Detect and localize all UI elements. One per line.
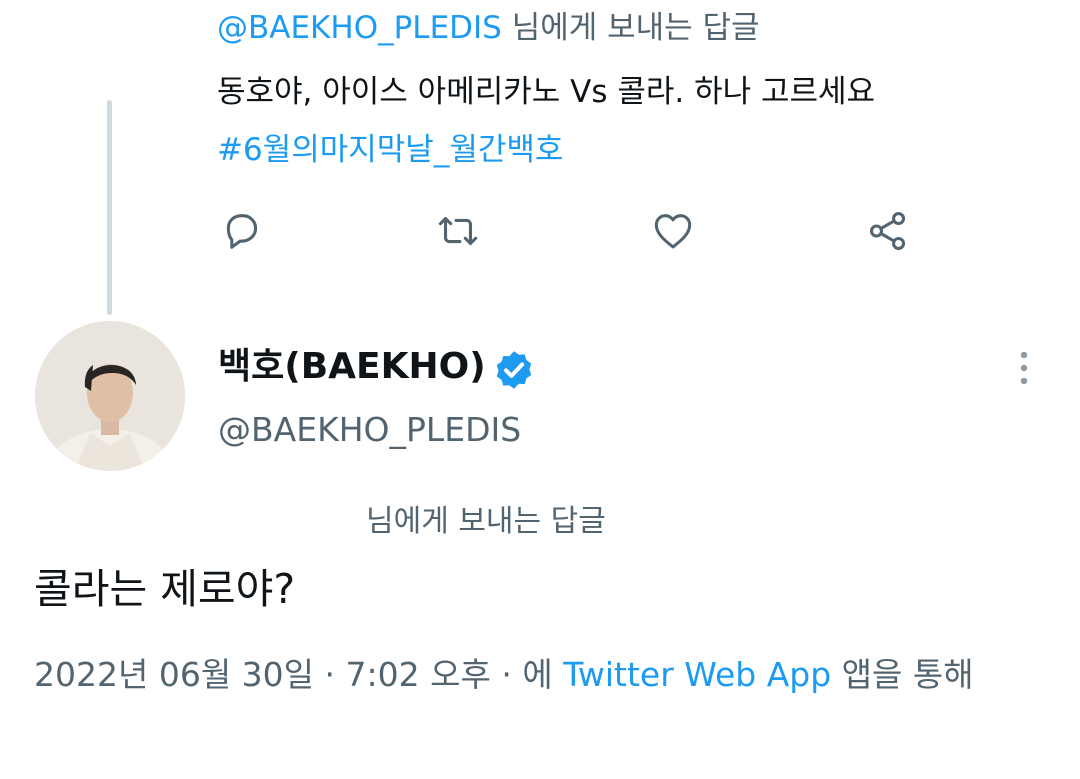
user-handle[interactable]: @BAEKHO_PLEDIS: [218, 408, 521, 452]
parent-tweet-text: 동호야, 아이스 아메리카노 Vs 콜라. 하나 고르세요: [217, 74, 876, 110]
share-button[interactable]: [864, 207, 912, 255]
avatar[interactable]: [35, 321, 185, 471]
profile-photo: [35, 321, 185, 471]
hashtag-link[interactable]: #6월의마지막날_월간백호: [217, 130, 563, 170]
like-button[interactable]: [649, 207, 697, 255]
share-icon: [869, 212, 906, 250]
tweet-time[interactable]: 7:02 오후: [346, 655, 491, 694]
reply-icon: [226, 214, 258, 249]
tweet-date[interactable]: 2022년 06월 30일: [34, 655, 314, 694]
more-options-button[interactable]: [1006, 346, 1042, 390]
reply-button[interactable]: [217, 207, 265, 255]
tweet-metadata: 2022년 06월 30일 · 7:02 오후 · 에 Twitter Web …: [34, 652, 1044, 698]
source-app-link[interactable]: Twitter Web App: [563, 655, 831, 694]
via-prefix: 에: [522, 655, 564, 694]
via-suffix: 앱을 통해: [831, 655, 974, 694]
verified-badge-icon: [492, 348, 536, 392]
replying-to-label-reply: 님에게 보내는 답글: [366, 504, 606, 539]
meta-separator: ·: [490, 655, 523, 694]
display-name[interactable]: 백호(BAEKHO): [218, 344, 486, 390]
meta-separator: ·: [314, 655, 346, 694]
replying-mention-link[interactable]: @BAEKHO_PLEDIS: [217, 10, 502, 46]
replying-to-label: @BAEKHO_PLEDIS 님에게 보내는 답글: [217, 8, 760, 48]
reply-tweet-text: 콜라는 제로야?: [34, 565, 296, 613]
retweet-button[interactable]: [434, 207, 482, 255]
more-vertical-icon: [1020, 351, 1028, 385]
thread-connector-line: [107, 100, 112, 315]
retweet-icon: [438, 217, 478, 245]
replying-suffix: 님에게 보내는 답글: [501, 10, 760, 46]
heart-icon: [654, 214, 692, 249]
